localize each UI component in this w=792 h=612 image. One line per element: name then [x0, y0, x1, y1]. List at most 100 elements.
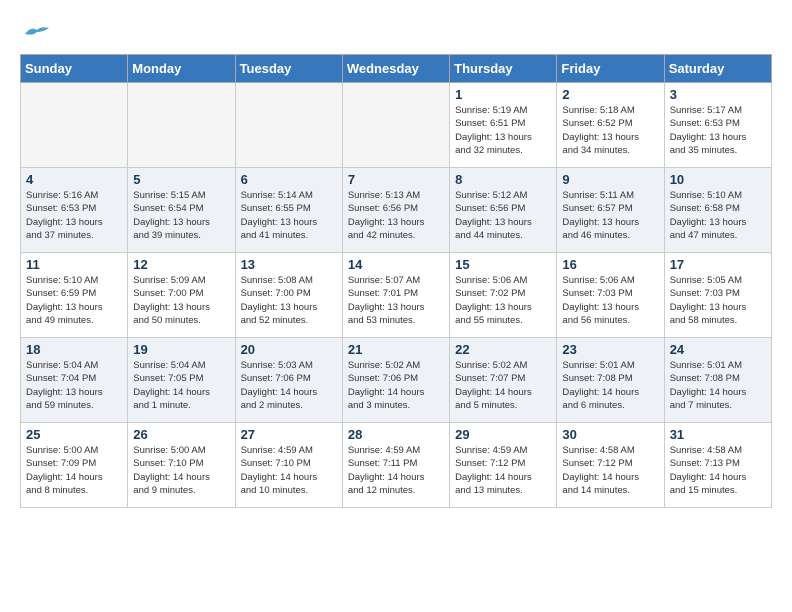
day-number: 6: [241, 172, 337, 187]
weekday-header-row: SundayMondayTuesdayWednesdayThursdayFrid…: [21, 55, 772, 83]
day-info: Sunrise: 5:04 AM Sunset: 7:04 PM Dayligh…: [26, 359, 122, 412]
day-number: 16: [562, 257, 658, 272]
day-number: 8: [455, 172, 551, 187]
calendar-cell: 22 Sunrise: 5:02 AM Sunset: 7:07 PM Dayli…: [450, 338, 557, 423]
day-info: Sunrise: 5:10 AM Sunset: 6:58 PM Dayligh…: [670, 189, 766, 242]
day-info: Sunrise: 5:02 AM Sunset: 7:06 PM Dayligh…: [348, 359, 444, 412]
day-info: Sunrise: 4:58 AM Sunset: 7:12 PM Dayligh…: [562, 444, 658, 497]
calendar-cell: 7 Sunrise: 5:13 AM Sunset: 6:56 PM Daylig…: [342, 168, 449, 253]
day-info: Sunrise: 5:04 AM Sunset: 7:05 PM Dayligh…: [133, 359, 229, 412]
calendar-cell: [235, 83, 342, 168]
day-number: 13: [241, 257, 337, 272]
day-info: Sunrise: 5:01 AM Sunset: 7:08 PM Dayligh…: [562, 359, 658, 412]
week-row-2: 4Sunrise: 5:16 AM Sunset: 6:53 PM Daylig…: [21, 168, 772, 253]
day-info: Sunrise: 5:00 AM Sunset: 7:10 PM Dayligh…: [133, 444, 229, 497]
calendar-table: SundayMondayTuesdayWednesdayThursdayFrid…: [20, 54, 772, 508]
calendar-cell: 16 Sunrise: 5:06 AM Sunset: 7:03 PM Dayli…: [557, 253, 664, 338]
day-info: Sunrise: 5:11 AM Sunset: 6:57 PM Dayligh…: [562, 189, 658, 242]
calendar-cell: 8 Sunrise: 5:12 AM Sunset: 6:56 PM Daylig…: [450, 168, 557, 253]
calendar-cell: 14 Sunrise: 5:07 AM Sunset: 7:01 PM Dayli…: [342, 253, 449, 338]
weekday-header-friday: Friday: [557, 55, 664, 83]
day-number: 23: [562, 342, 658, 357]
week-row-3: 11Sunrise: 5:10 AM Sunset: 6:59 PM Dayli…: [21, 253, 772, 338]
calendar-cell: 15 Sunrise: 5:06 AM Sunset: 7:02 PM Dayli…: [450, 253, 557, 338]
day-info: Sunrise: 5:16 AM Sunset: 6:53 PM Dayligh…: [26, 189, 122, 242]
week-row-4: 18 Sunrise: 5:04 AM Sunset: 7:04 PM Dayli…: [21, 338, 772, 423]
day-number: 20: [241, 342, 337, 357]
calendar-cell: 5 Sunrise: 5:15 AM Sunset: 6:54 PM Daylig…: [128, 168, 235, 253]
day-number: 7: [348, 172, 444, 187]
day-info: Sunrise: 5:06 AM Sunset: 7:03 PM Dayligh…: [562, 274, 658, 327]
calendar-cell: 6 Sunrise: 5:14 AM Sunset: 6:55 PM Daylig…: [235, 168, 342, 253]
day-number: 14: [348, 257, 444, 272]
day-number: 2: [562, 87, 658, 102]
calendar-cell: 10Sunrise: 5:10 AM Sunset: 6:58 PM Dayli…: [664, 168, 771, 253]
calendar-cell: [342, 83, 449, 168]
calendar-cell: 27Sunrise: 4:59 AM Sunset: 7:10 PM Dayli…: [235, 423, 342, 508]
day-info: Sunrise: 5:18 AM Sunset: 6:52 PM Dayligh…: [562, 104, 658, 157]
day-number: 3: [670, 87, 766, 102]
weekday-header-monday: Monday: [128, 55, 235, 83]
day-info: Sunrise: 5:00 AM Sunset: 7:09 PM Dayligh…: [26, 444, 122, 497]
calendar-cell: 19 Sunrise: 5:04 AM Sunset: 7:05 PM Dayli…: [128, 338, 235, 423]
weekday-header-tuesday: Tuesday: [235, 55, 342, 83]
weekday-header-saturday: Saturday: [664, 55, 771, 83]
day-info: Sunrise: 4:59 AM Sunset: 7:10 PM Dayligh…: [241, 444, 337, 497]
day-info: Sunrise: 5:07 AM Sunset: 7:01 PM Dayligh…: [348, 274, 444, 327]
day-number: 15: [455, 257, 551, 272]
day-info: Sunrise: 5:09 AM Sunset: 7:00 PM Dayligh…: [133, 274, 229, 327]
day-info: Sunrise: 5:13 AM Sunset: 6:56 PM Dayligh…: [348, 189, 444, 242]
day-info: Sunrise: 5:12 AM Sunset: 6:56 PM Dayligh…: [455, 189, 551, 242]
weekday-header-thursday: Thursday: [450, 55, 557, 83]
week-row-1: 1Sunrise: 5:19 AM Sunset: 6:51 PM Daylig…: [21, 83, 772, 168]
calendar-cell: 30Sunrise: 4:58 AM Sunset: 7:12 PM Dayli…: [557, 423, 664, 508]
calendar-cell: 23 Sunrise: 5:01 AM Sunset: 7:08 PM Dayli…: [557, 338, 664, 423]
day-number: 26: [133, 427, 229, 442]
week-row-5: 25 Sunrise: 5:00 AM Sunset: 7:09 PM Dayli…: [21, 423, 772, 508]
day-info: Sunrise: 5:02 AM Sunset: 7:07 PM Dayligh…: [455, 359, 551, 412]
day-number: 5: [133, 172, 229, 187]
day-info: Sunrise: 5:06 AM Sunset: 7:02 PM Dayligh…: [455, 274, 551, 327]
day-info: Sunrise: 5:19 AM Sunset: 6:51 PM Dayligh…: [455, 104, 551, 157]
day-info: Sunrise: 4:59 AM Sunset: 7:12 PM Dayligh…: [455, 444, 551, 497]
day-number: 28: [348, 427, 444, 442]
calendar-cell: 12 Sunrise: 5:09 AM Sunset: 7:00 PM Dayli…: [128, 253, 235, 338]
calendar-cell: 4Sunrise: 5:16 AM Sunset: 6:53 PM Daylig…: [21, 168, 128, 253]
calendar-cell: 28 Sunrise: 4:59 AM Sunset: 7:11 PM Dayli…: [342, 423, 449, 508]
calendar-cell: 13 Sunrise: 5:08 AM Sunset: 7:00 PM Dayli…: [235, 253, 342, 338]
day-number: 18: [26, 342, 122, 357]
calendar-cell: [21, 83, 128, 168]
day-number: 19: [133, 342, 229, 357]
day-number: 21: [348, 342, 444, 357]
day-info: Sunrise: 5:14 AM Sunset: 6:55 PM Dayligh…: [241, 189, 337, 242]
day-info: Sunrise: 5:15 AM Sunset: 6:54 PM Dayligh…: [133, 189, 229, 242]
calendar-cell: 20 Sunrise: 5:03 AM Sunset: 7:06 PM Dayli…: [235, 338, 342, 423]
calendar-cell: 26 Sunrise: 5:00 AM Sunset: 7:10 PM Dayli…: [128, 423, 235, 508]
logo: [20, 20, 51, 44]
weekday-header-sunday: Sunday: [21, 55, 128, 83]
day-number: 11: [26, 257, 122, 272]
day-number: 29: [455, 427, 551, 442]
logo-text: [20, 20, 51, 44]
calendar-cell: 1Sunrise: 5:19 AM Sunset: 6:51 PM Daylig…: [450, 83, 557, 168]
day-info: Sunrise: 5:08 AM Sunset: 7:00 PM Dayligh…: [241, 274, 337, 327]
day-number: 17: [670, 257, 766, 272]
day-info: Sunrise: 5:17 AM Sunset: 6:53 PM Dayligh…: [670, 104, 766, 157]
day-info: Sunrise: 5:01 AM Sunset: 7:08 PM Dayligh…: [670, 359, 766, 412]
page-header: [20, 20, 772, 44]
day-number: 12: [133, 257, 229, 272]
calendar-cell: 21 Sunrise: 5:02 AM Sunset: 7:06 PM Dayli…: [342, 338, 449, 423]
day-number: 9: [562, 172, 658, 187]
calendar-cell: 17 Sunrise: 5:05 AM Sunset: 7:03 PM Dayli…: [664, 253, 771, 338]
calendar-cell: 25 Sunrise: 5:00 AM Sunset: 7:09 PM Dayli…: [21, 423, 128, 508]
calendar-cell: 18 Sunrise: 5:04 AM Sunset: 7:04 PM Dayli…: [21, 338, 128, 423]
day-info: Sunrise: 5:05 AM Sunset: 7:03 PM Dayligh…: [670, 274, 766, 327]
weekday-header-wednesday: Wednesday: [342, 55, 449, 83]
bird-icon: [23, 24, 51, 42]
day-number: 25: [26, 427, 122, 442]
calendar-cell: [128, 83, 235, 168]
day-info: Sunrise: 4:59 AM Sunset: 7:11 PM Dayligh…: [348, 444, 444, 497]
calendar-cell: 9 Sunrise: 5:11 AM Sunset: 6:57 PM Daylig…: [557, 168, 664, 253]
day-info: Sunrise: 5:03 AM Sunset: 7:06 PM Dayligh…: [241, 359, 337, 412]
day-number: 22: [455, 342, 551, 357]
